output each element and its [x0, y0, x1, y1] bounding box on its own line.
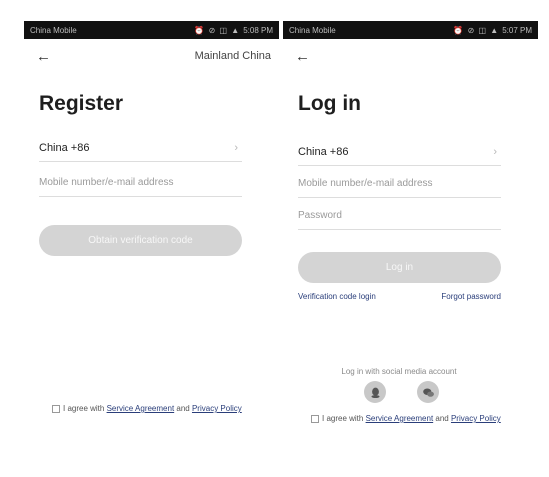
- country-code-label: China +86: [39, 141, 90, 154]
- account-input-row: [39, 169, 242, 197]
- status-right: ⏰ ⊘ ◫ ▲ 5:07 PM: [453, 26, 532, 35]
- login-links: Verification code login Forgot password: [298, 292, 501, 301]
- agree-prefix: I agree with: [322, 414, 366, 423]
- region-selector[interactable]: Mainland China: [195, 50, 271, 62]
- checkbox-icon[interactable]: [311, 415, 319, 423]
- status-bar: China Mobile ⏰ ⊘ ◫ ▲ 5:07 PM: [283, 21, 538, 39]
- agree-prefix: I agree with: [63, 404, 107, 413]
- back-arrow-icon[interactable]: ←: [36, 47, 56, 67]
- checkbox-icon[interactable]: [52, 405, 60, 413]
- wechat-icon[interactable]: [417, 381, 439, 403]
- status-icons: ⏰ ⊘ ◫ ▲: [194, 25, 241, 35]
- social-login-label: Log in with social media account: [341, 367, 457, 376]
- status-time: 5:07 PM: [502, 25, 532, 35]
- country-code-selector[interactable]: China +86 ›: [298, 138, 501, 166]
- account-input[interactable]: [39, 177, 242, 188]
- register-screen: China Mobile ⏰ ⊘ ◫ ▲ 5:08 PM ← Mainland …: [24, 0, 279, 477]
- status-bar: China Mobile ⏰ ⊘ ◫ ▲ 5:08 PM: [24, 21, 279, 39]
- wechat-glyph: [422, 387, 434, 397]
- service-agreement-link[interactable]: Service Agreement: [107, 404, 175, 413]
- status-icons: ⏰ ⊘ ◫ ▲: [453, 25, 500, 35]
- agreement-row: I agree with Service Agreement and Priva…: [311, 414, 536, 424]
- service-agreement-link[interactable]: Service Agreement: [366, 414, 434, 423]
- carrier-label: China Mobile: [289, 25, 336, 35]
- country-code-selector[interactable]: China +86 ›: [39, 134, 242, 162]
- page-title: Register: [39, 92, 124, 115]
- account-input-row: [298, 170, 501, 198]
- verification-code-login-link[interactable]: Verification code login: [298, 292, 376, 301]
- account-input[interactable]: [298, 178, 501, 189]
- qq-glyph: [370, 387, 380, 398]
- chevron-right-icon: ›: [493, 145, 497, 158]
- password-input-row: [298, 202, 501, 230]
- qq-icon[interactable]: [364, 381, 386, 403]
- password-input[interactable]: [298, 210, 501, 221]
- login-screen: China Mobile ⏰ ⊘ ◫ ▲ 5:07 PM ← Log in Ch…: [283, 0, 538, 477]
- forgot-password-link[interactable]: Forgot password: [441, 292, 501, 301]
- carrier-label: China Mobile: [30, 25, 77, 35]
- page-title: Log in: [298, 92, 361, 115]
- status-right: ⏰ ⊘ ◫ ▲ 5:08 PM: [194, 26, 273, 35]
- privacy-policy-link[interactable]: Privacy Policy: [192, 404, 242, 413]
- back-arrow-icon[interactable]: ←: [295, 47, 315, 67]
- agree-and: and: [433, 414, 451, 423]
- agree-and: and: [174, 404, 192, 413]
- agreement-text: I agree with Service Agreement and Priva…: [322, 414, 501, 424]
- country-code-label: China +86: [298, 145, 349, 158]
- agreement-row: I agree with Service Agreement and Priva…: [52, 404, 252, 414]
- privacy-policy-link[interactable]: Privacy Policy: [451, 414, 501, 423]
- status-time: 5:08 PM: [243, 25, 273, 35]
- chevron-right-icon: ›: [234, 141, 238, 154]
- obtain-code-button[interactable]: Obtain verification code: [39, 225, 242, 256]
- agreement-text: I agree with Service Agreement and Priva…: [63, 404, 242, 414]
- login-button[interactable]: Log in: [298, 252, 501, 283]
